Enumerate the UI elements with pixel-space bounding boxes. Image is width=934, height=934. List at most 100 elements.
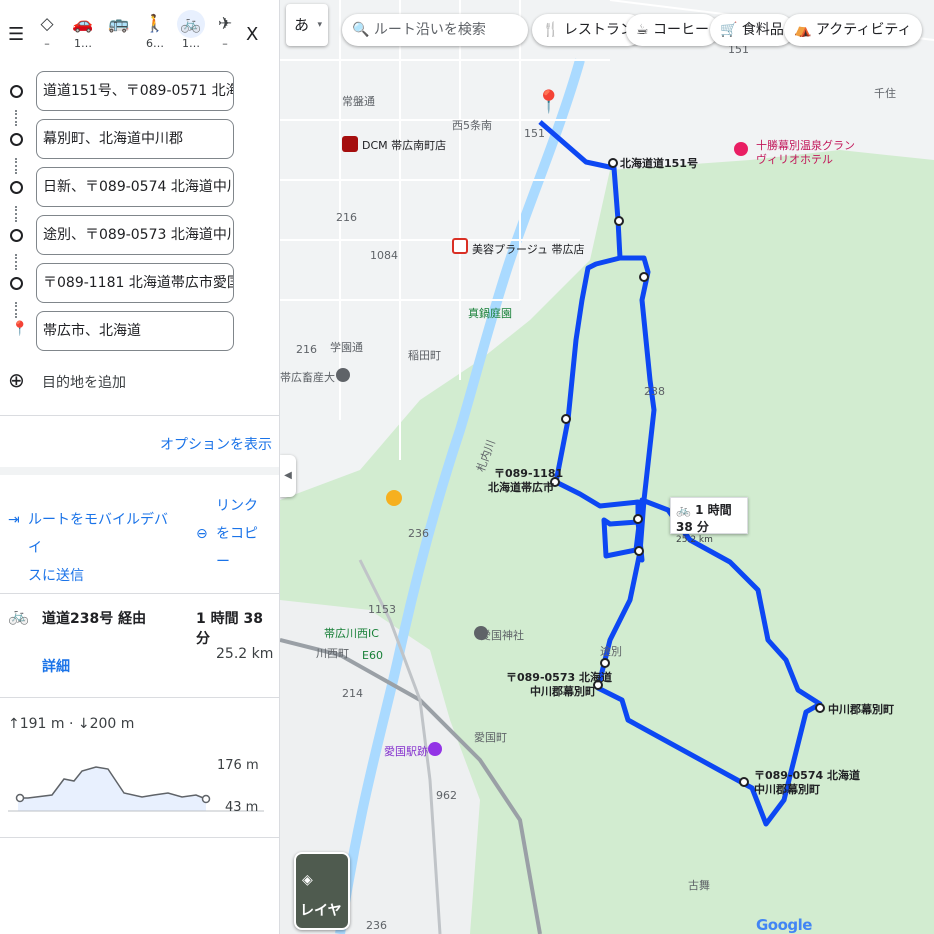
waypoint-input[interactable]: 途別、〒089-0573 北海道中川郡 [36, 215, 234, 255]
show-options-link[interactable]: オプションを表示 [160, 434, 272, 454]
travel-mode-bar: ☰ ◇ – 🚗 1… 🚌 🚶 6… 🚲 1… ✈ – X [0, 10, 279, 62]
restaurant-icon: 🍴 [542, 22, 560, 38]
beauty-salon-marker-icon[interactable] [452, 238, 468, 254]
directions-panel: ☰ ◇ – 🚗 1… 🚌 🚶 6… 🚲 1… ✈ – X 道道151号、〒089-0571… [0, 0, 280, 934]
waypoint-input[interactable]: 〒089-1181 北海道帯広市愛国町東 [36, 263, 234, 303]
mode-transit[interactable]: 🚌 [104, 10, 134, 62]
map-label: 中川郡幕別町 [754, 783, 820, 796]
store-marker-icon[interactable] [342, 136, 358, 152]
route-stop-point[interactable] [614, 216, 624, 226]
station-ruin-marker-icon[interactable] [428, 742, 442, 756]
map-label: 学園通 [330, 341, 363, 354]
chip-label: レストラン [563, 22, 634, 38]
hotel-marker-icon[interactable] [734, 142, 748, 156]
waypoint-input[interactable]: 日新、〒089-0574 北海道中川郡 [36, 167, 234, 207]
mode-walk[interactable]: 🚶 6… [140, 10, 170, 62]
waypoint-row: 途別、〒089-0573 北海道中川郡 [0, 215, 279, 257]
map-label: 中川郡幕別町 [828, 703, 894, 716]
elevation-end-point [201, 794, 211, 804]
route-stop-point[interactable] [608, 158, 618, 168]
search-along-route[interactable]: 🔍 ルート沿いを検索 [342, 14, 528, 46]
route-stop-point[interactable] [815, 703, 825, 713]
waypoint-row: 幕別町、北海道中川郡 [0, 119, 279, 161]
route-info-callout[interactable]: 🚲 1 時間 38 分 25.2 km [670, 497, 748, 545]
map-label: 真鍋庭園 [468, 307, 512, 320]
divider [0, 697, 279, 698]
chip-activity[interactable]: ⛺ アクティビティ [784, 14, 922, 46]
route-shield: 236 [408, 527, 429, 540]
waypoint-circle-icon [10, 229, 23, 242]
input-method-button[interactable]: あ ▾ [286, 4, 328, 46]
mode-flight[interactable]: ✈ – [210, 10, 240, 62]
chip-grocery[interactable]: 🛒 食料品 [710, 14, 794, 46]
copy-label-line3: ー [216, 554, 230, 570]
divider [0, 467, 279, 475]
add-destination-label: 目的地を追加 [42, 375, 126, 391]
map-canvas[interactable]: 📍 北海道道151号 DCM 帯広南町店 美容プラージュ 帯広店 真鍋庭園 稲田… [280, 0, 934, 934]
copy-label-line2: をコピ [216, 526, 258, 542]
route-shield: 238 [644, 385, 665, 398]
destination-marker-icon[interactable]: 📍 [535, 90, 562, 115]
add-destination-button[interactable]: ⊕ 目的地を追加 [8, 368, 258, 396]
map-label: 稲田町 [408, 349, 441, 362]
chevron-down-icon: ▾ [317, 20, 322, 30]
bike-icon: 🚲 [177, 10, 205, 38]
map-label: 帯広畜産大 [280, 371, 335, 384]
divider [0, 415, 279, 416]
map-label: 千住 [874, 87, 896, 100]
walk-icon: 🚶 [144, 14, 166, 34]
route-shield: 236 [366, 919, 387, 932]
layers-button[interactable]: ◈ レイヤ [294, 852, 350, 930]
add-icon: ⊕ [8, 368, 25, 392]
copy-link-button[interactable]: ⊖ リンク をコピー [196, 492, 276, 576]
details-link[interactable]: 詳細 [42, 656, 70, 676]
collapse-panel-button[interactable]: ◀ [280, 455, 296, 497]
map-label: 〒089-1181 [494, 467, 564, 480]
search-icon: 🔍 [352, 22, 370, 38]
activity-icon: ⛺ [794, 22, 812, 38]
layers-icon: ◈ [302, 872, 313, 888]
map-label: 美容プラージュ 帯広店 [472, 243, 585, 256]
mode-bike[interactable]: 🚲 1… [176, 10, 206, 62]
map-label: 途別 [600, 645, 622, 658]
route-shield: 1153 [368, 603, 396, 616]
route-stop-point[interactable] [634, 546, 644, 556]
waypoint-input[interactable]: 道道151号、〒089-0571 北海道中 [36, 71, 234, 111]
mode-car[interactable]: 🚗 1… [68, 10, 98, 62]
route-shield: E60 [362, 649, 383, 662]
close-icon[interactable]: X [246, 24, 258, 45]
send-to-mobile-button[interactable]: ⇥ ルートをモバイルデバイ スに送信 [8, 506, 178, 590]
route-shield: 962 [436, 789, 457, 802]
route-stop-point[interactable] [600, 658, 610, 668]
waypoint-circle-icon [10, 85, 23, 98]
waypoint-row: 日新、〒089-0574 北海道中川郡 [0, 167, 279, 209]
mode-best-label: – [44, 37, 50, 50]
waypoint-input[interactable]: 幕別町、北海道中川郡 [36, 119, 234, 159]
bike-icon: 🚲 [676, 503, 691, 517]
route-shield: 151 [524, 127, 545, 140]
route-shield: 216 [296, 343, 317, 356]
route-stop-point[interactable] [739, 777, 749, 787]
chip-label: アクティビティ [815, 22, 912, 38]
destination-input[interactable]: 帯広市、北海道 [36, 311, 234, 351]
bus-icon: 🚌 [108, 14, 130, 34]
menu-icon[interactable]: ☰ [8, 24, 24, 45]
mode-flight-label: – [222, 37, 228, 50]
map-label: 愛国町 [474, 731, 507, 744]
route-shield: 1084 [370, 249, 398, 262]
route-stop-point[interactable] [561, 414, 571, 424]
map-label: 西5条南 [452, 119, 492, 132]
chip-coffee[interactable]: ☕ コーヒー [626, 14, 720, 46]
destination-pin-icon: 📍 [11, 321, 29, 337]
bike-icon: 🚲 [8, 606, 30, 626]
mode-best[interactable]: ◇ – [32, 10, 62, 62]
map-label: 古舞 [688, 879, 710, 892]
map-label: 帯広川西IC [324, 627, 379, 640]
elevation-min: 43 m [225, 800, 259, 815]
map-label: DCM 帯広南町店 [362, 139, 447, 152]
route-stop-point[interactable] [639, 272, 649, 282]
university-marker-icon[interactable] [336, 368, 350, 382]
star-marker-icon[interactable] [386, 490, 402, 506]
route-stop-point[interactable] [633, 514, 643, 524]
waypoint-circle-icon [10, 277, 23, 290]
